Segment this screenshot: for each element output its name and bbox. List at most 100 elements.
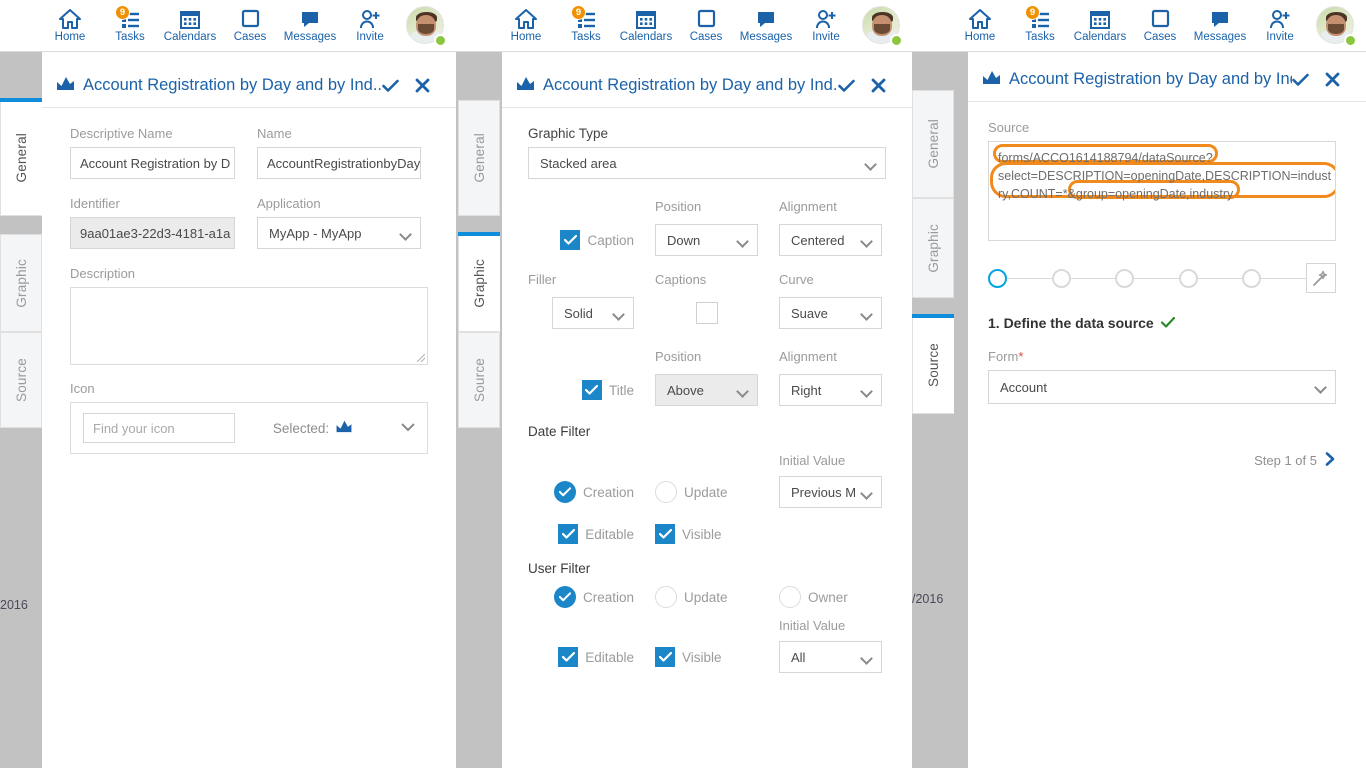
caption-alignment-select[interactable]: Centered — [779, 224, 882, 256]
sidebar-item-source[interactable]: Source — [912, 314, 954, 414]
captions-checkbox[interactable] — [695, 302, 718, 324]
nav-item-messages[interactable]: Messages — [280, 0, 340, 52]
wizard-stepper — [988, 263, 1336, 293]
title-checkbox[interactable] — [581, 380, 602, 400]
check-icon[interactable] — [838, 79, 855, 93]
check-icon[interactable] — [382, 79, 399, 93]
user-update-radio-row[interactable]: Update — [655, 586, 758, 608]
user-creation-radio-row[interactable]: Creation — [553, 586, 634, 608]
close-icon[interactable] — [871, 78, 886, 93]
nav-label-tasks: Tasks — [115, 31, 145, 43]
graphic-type-select[interactable]: Stacked area — [528, 147, 886, 179]
label-form-text: Form — [988, 349, 1019, 364]
name-input[interactable]: AccountRegistrationbyDay — [257, 147, 421, 179]
sidebar-item-source[interactable]: Source — [0, 332, 42, 428]
sidebar-item-graphic[interactable]: Graphic — [458, 232, 500, 332]
sidebar-item-general[interactable]: General — [0, 98, 42, 216]
user-owner-radio-row[interactable]: Owner — [779, 586, 882, 608]
title-alignment-select[interactable]: Right — [779, 374, 882, 406]
user-visible-checkbox[interactable] — [655, 647, 675, 667]
curve-select[interactable]: Suave — [779, 297, 882, 329]
step-dot-1[interactable] — [988, 268, 1007, 288]
icon-picker[interactable]: Find your icon Selected: — [70, 402, 428, 454]
nav-item-tasks[interactable]: 9 Tasks — [100, 0, 160, 52]
avatar[interactable] — [1316, 5, 1357, 47]
sidebar-item-graphic[interactable]: Graphic — [912, 198, 954, 298]
nav-item-calendars[interactable]: Calendars — [616, 0, 676, 52]
title-checkbox-row[interactable]: Title — [581, 380, 634, 400]
filler-select[interactable]: Solid — [552, 297, 634, 329]
nav-item-tasks[interactable]: 9 Tasks — [556, 0, 616, 52]
date-update-radio-row[interactable]: Update — [655, 481, 758, 503]
dialog-body-graphic: Graphic Type Stacked area Position Align… — [502, 108, 912, 768]
step-dot-2[interactable] — [1051, 268, 1071, 288]
application-select[interactable]: MyApp - MyApp — [257, 217, 421, 249]
date-editable-row[interactable]: Editable — [558, 524, 634, 544]
status-online-indicator — [1344, 33, 1357, 47]
date-creation-radio-row[interactable]: Creation — [553, 481, 634, 503]
nav-item-home[interactable]: Home — [40, 0, 100, 52]
form-select[interactable]: Account — [988, 370, 1336, 404]
tab-label-source: Source — [925, 343, 941, 387]
label-filler: Filler — [528, 272, 557, 287]
sidebar-item-source[interactable]: Source — [458, 332, 500, 428]
find-icon-input[interactable]: Find your icon — [83, 413, 235, 443]
date-editable-label: Editable — [585, 526, 634, 542]
user-editable-row[interactable]: Editable — [558, 647, 634, 667]
sidebar-item-general[interactable]: General — [458, 100, 500, 216]
user-update-radio[interactable] — [655, 586, 677, 608]
nav-item-invite[interactable]: Invite — [1250, 0, 1310, 52]
step-dot-4[interactable] — [1178, 268, 1198, 288]
date-filter-heading: Date Filter — [528, 424, 591, 439]
user-owner-radio[interactable] — [779, 586, 801, 608]
source-textarea[interactable]: forms/ACCO1614188794/dataSource? select=… — [988, 141, 1336, 241]
step-line-2 — [1070, 277, 1116, 279]
user-editable-checkbox[interactable] — [558, 647, 579, 667]
tasks-badge: 9 — [115, 5, 130, 20]
sidebar-item-general[interactable]: General — [912, 90, 954, 198]
label-user-initial-value: Initial Value — [779, 618, 846, 633]
nav-item-messages[interactable]: Messages — [736, 0, 796, 52]
label-captions: Captions — [655, 272, 707, 287]
nav-item-invite[interactable]: Invite — [340, 0, 400, 52]
date-creation-radio[interactable] — [553, 481, 576, 503]
nav-item-calendars[interactable]: Calendars — [160, 0, 220, 52]
close-icon[interactable] — [1325, 72, 1340, 87]
title-position-select[interactable]: Above — [655, 374, 758, 406]
nav-item-messages[interactable]: Messages — [1190, 0, 1250, 52]
user-initial-value-select[interactable]: All — [779, 641, 882, 673]
step-dot-5[interactable] — [1242, 268, 1262, 288]
user-creation-radio[interactable] — [553, 586, 576, 608]
user-visible-row[interactable]: Visible — [655, 647, 758, 667]
nav-item-invite[interactable]: Invite — [796, 0, 856, 52]
avatar[interactable] — [406, 5, 447, 47]
chevron-right-icon[interactable] — [1325, 452, 1336, 469]
caption-checkbox[interactable] — [560, 230, 581, 250]
date-visible-row[interactable]: Visible — [655, 524, 758, 544]
nav-item-cases[interactable]: Cases — [1130, 0, 1190, 52]
step-footer[interactable]: Step 1 of 5 — [988, 452, 1336, 469]
sidebar-item-graphic[interactable]: Graphic — [0, 234, 42, 332]
check-icon[interactable] — [1292, 73, 1309, 87]
close-icon[interactable] — [415, 78, 430, 93]
nav-item-tasks[interactable]: 9 Tasks — [1010, 0, 1070, 52]
nav-item-cases[interactable]: Cases — [220, 0, 280, 52]
nav-item-calendars[interactable]: Calendars — [1070, 0, 1130, 52]
date-editable-checkbox[interactable] — [558, 524, 579, 544]
nav-item-home[interactable]: Home — [950, 0, 1010, 52]
description-textarea[interactable] — [70, 287, 428, 365]
step-dot-3[interactable] — [1115, 268, 1135, 288]
nav-item-cases[interactable]: Cases — [676, 0, 736, 52]
date-visible-checkbox[interactable] — [655, 524, 675, 544]
date-initial-value-select[interactable]: Previous M — [779, 476, 882, 508]
chevron-down-icon[interactable] — [391, 419, 415, 437]
caption-checkbox-row[interactable]: Caption — [560, 230, 634, 250]
caption-position-select[interactable]: Down — [655, 224, 758, 256]
nav-item-home[interactable]: Home — [496, 0, 556, 52]
avatar[interactable] — [862, 5, 903, 47]
descriptive-name-input[interactable]: Account Registration by D — [70, 147, 235, 179]
check-icon — [1160, 315, 1175, 331]
date-update-radio[interactable] — [655, 481, 677, 503]
date-visible-label: Visible — [682, 526, 722, 542]
magic-wand-icon[interactable] — [1305, 263, 1336, 293]
